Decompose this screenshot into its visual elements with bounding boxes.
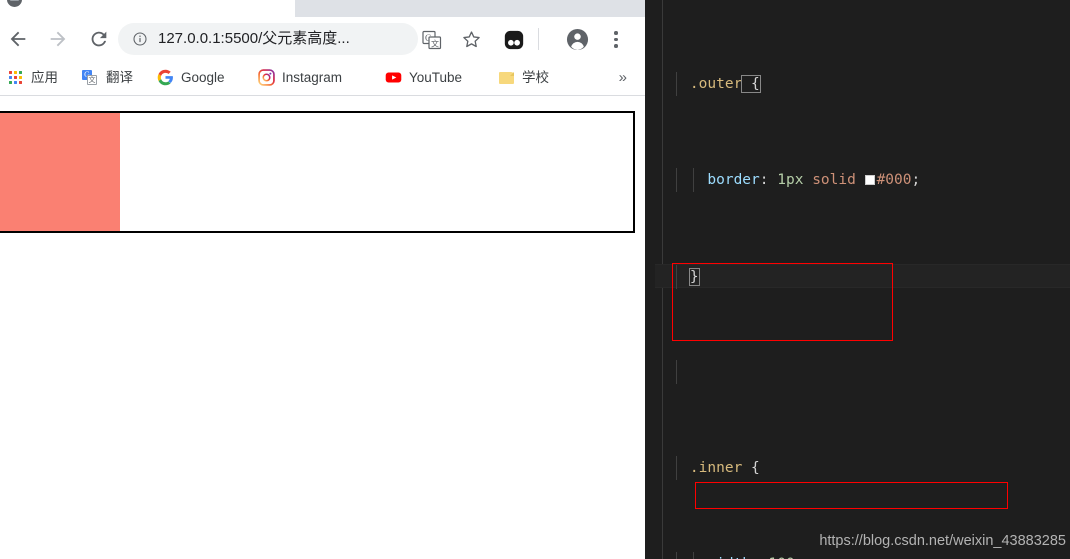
info-circle-icon[interactable] bbox=[132, 31, 148, 47]
css-property: border bbox=[707, 172, 760, 188]
address-bar-url: 127.0.0.1:5500/父元素高度... bbox=[158, 30, 350, 47]
bookmark-label: Google bbox=[181, 69, 225, 85]
star-icon[interactable] bbox=[461, 29, 481, 49]
watermark-text: https://blog.csdn.net/weixin_43883285 bbox=[819, 533, 1066, 549]
code-line: width: 100px; bbox=[655, 552, 1070, 559]
bookmark-apps[interactable]: 应用 bbox=[7, 60, 58, 95]
page-viewport bbox=[0, 96, 645, 559]
bookmark-label: 学校 bbox=[522, 69, 549, 85]
bookmarks-bar: 应用 G文 翻译 G bbox=[0, 60, 645, 96]
reload-icon[interactable] bbox=[88, 28, 110, 50]
close-brace: } bbox=[688, 268, 700, 286]
toolbar-divider bbox=[538, 28, 539, 50]
browser-toolbar: 127.0.0.1:5500/父元素高度... G 文 bbox=[0, 17, 645, 60]
open-brace: { bbox=[742, 460, 760, 476]
bookmark-translate[interactable]: G文 翻译 bbox=[82, 60, 133, 95]
svg-text:文: 文 bbox=[431, 39, 439, 49]
instagram-icon bbox=[258, 69, 275, 86]
bookmark-label: 翻译 bbox=[106, 69, 133, 85]
browser-window: 127.0.0.1:5500/父元素高度... G 文 应用 文 翻译 Goog… bbox=[0, 0, 645, 559]
google-g-icon bbox=[157, 69, 174, 86]
code-line: border: 1px solid #000; bbox=[655, 168, 1070, 192]
css-value-keyword: solid bbox=[812, 172, 856, 188]
bookmarks-overflow-chevron[interactable]: » bbox=[619, 60, 627, 95]
code-editor-pane: .outer { border: 1px solid #000; } .inne… bbox=[645, 0, 1070, 559]
bookmark-instagram[interactable]: Instagram bbox=[258, 60, 342, 95]
bookmark-folder-school[interactable]: 学校 bbox=[498, 60, 549, 95]
screenshot-root: 127.0.0.1:5500/父元素高度... G 文 应用 文 翻译 Goog… bbox=[0, 0, 1070, 559]
back-arrow-icon[interactable] bbox=[7, 28, 29, 50]
youtube-icon bbox=[385, 69, 402, 86]
translate-icon: G文 bbox=[82, 69, 99, 86]
code-line-highlighted: } bbox=[655, 264, 1070, 289]
three-dot-menu-icon[interactable] bbox=[607, 28, 625, 50]
address-bar[interactable]: 127.0.0.1:5500/父元素高度... bbox=[118, 23, 418, 55]
code-line: .inner { bbox=[655, 456, 1070, 480]
forward-arrow-icon[interactable] bbox=[47, 28, 69, 50]
bookmark-google[interactable]: Google bbox=[157, 60, 225, 95]
css-value-hex: #000 bbox=[876, 172, 912, 188]
inner-div bbox=[0, 113, 120, 231]
code-content[interactable]: .outer { border: 1px solid #000; } .inne… bbox=[655, 0, 1070, 559]
tab-strip bbox=[0, 0, 645, 18]
folder-icon bbox=[498, 69, 515, 86]
css-selector: .inner bbox=[689, 460, 743, 476]
tab-favicon-icon bbox=[7, 0, 22, 7]
code-line-blank bbox=[655, 360, 1070, 384]
css-value-number: 1px bbox=[777, 172, 804, 188]
translate-icon[interactable]: G 文 bbox=[422, 30, 442, 50]
apps-grid-icon bbox=[7, 69, 24, 86]
extension-icon[interactable] bbox=[503, 29, 524, 50]
profile-avatar-icon[interactable] bbox=[566, 28, 589, 51]
open-brace: { bbox=[741, 75, 761, 93]
outer-div bbox=[0, 111, 635, 233]
browser-tab[interactable] bbox=[295, 0, 645, 18]
css-selector: .outer bbox=[689, 76, 743, 92]
color-swatch-icon bbox=[864, 175, 875, 185]
bookmark-label: Instagram bbox=[282, 69, 343, 85]
bookmark-label: 应用 bbox=[31, 69, 58, 85]
code-line: .outer { bbox=[655, 72, 1070, 96]
bookmark-label: YouTube bbox=[409, 69, 463, 85]
bookmark-youtube[interactable]: YouTube bbox=[385, 60, 462, 95]
